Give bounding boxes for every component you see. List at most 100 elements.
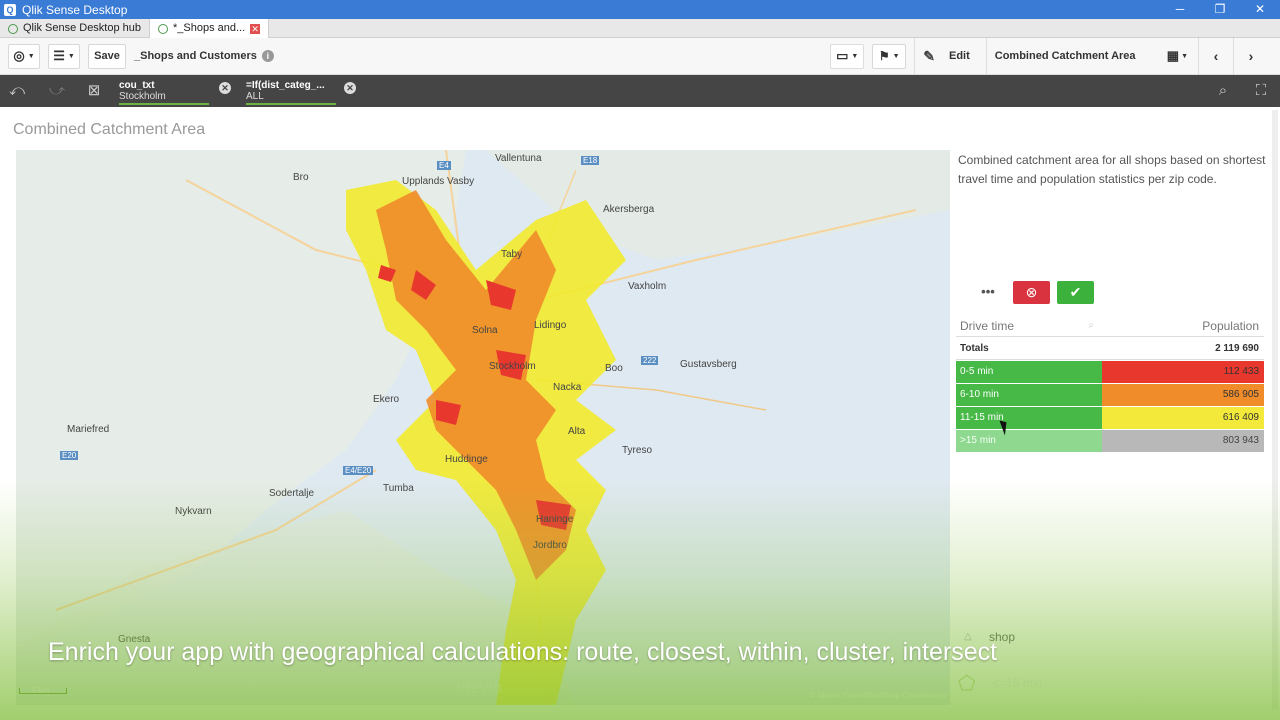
compass-icon: ◎ — [13, 48, 25, 63]
selection-field: =If(dist_categ_... — [246, 80, 325, 91]
clear-all-selections-icon[interactable]: ⊠ — [84, 81, 104, 101]
tab-bar: Qlik Sense Desktop hub *_Shops and... ✕ — [0, 19, 1280, 38]
population-cell: 586 905 — [1102, 384, 1264, 406]
selection-toolbar: ••• ⊗ ✔ — [956, 277, 1102, 309]
sheets-menu-button[interactable]: ▦ ▼ — [1167, 48, 1188, 64]
previous-sheet-icon[interactable]: ‹ — [1199, 48, 1233, 64]
place-label: Haninge — [536, 514, 574, 525]
tab-hub-label: Qlik Sense Desktop hub — [23, 22, 142, 34]
window-title: Qlik Sense Desktop — [22, 2, 128, 17]
place-label: Boo — [605, 363, 623, 374]
edit-button[interactable]: ✎ Edit — [915, 48, 986, 65]
place-label: Stockholm — [489, 361, 536, 372]
tab-app-label: *_Shops and... — [173, 22, 246, 34]
map-scale-label: 5 km — [32, 686, 50, 695]
sheet-area: Combined Catchment Area Vallentuna Bro U… — [0, 107, 1280, 720]
place-label: Vallentuna — [495, 153, 542, 164]
close-window-button[interactable]: ✕ — [1240, 0, 1280, 19]
place-label: Akersberga — [603, 204, 655, 215]
map-attribution: © Idevio, OpenStreetMap Contributors — [809, 691, 946, 700]
population-cell: 112 433 — [1102, 361, 1264, 383]
table-row[interactable]: 0-5 min 112 433 — [956, 361, 1264, 383]
minimize-button[interactable]: ─ — [1160, 0, 1200, 19]
column-header-drive-time[interactable]: Drive time ⌕ — [956, 315, 1102, 337]
place-label: Alta — [568, 426, 586, 437]
bookmarks-button[interactable]: ⚑ ▼ — [872, 43, 907, 69]
bookmark-icon: ⚑ — [878, 49, 890, 63]
road-shield: E4/E20 — [343, 466, 374, 475]
sheet-title: Combined Catchment Area — [13, 121, 206, 138]
road-shield: E20 — [60, 451, 79, 460]
map-chart[interactable]: Vallentuna Bro Upplands Vasby Akersberga… — [16, 150, 950, 705]
map-canvas — [16, 150, 950, 705]
place-label: Sodertalje — [269, 488, 315, 499]
place-label: Tyreso — [622, 445, 653, 456]
selections-bar: ⤺ ⤻ ⊠ cou_txt Stockholm ✕ =If(dist_categ… — [0, 75, 1280, 107]
search-icon[interactable]: ⌕ — [1213, 81, 1233, 101]
tab-hub[interactable]: Qlik Sense Desktop hub — [0, 19, 149, 38]
save-button-label: Save — [94, 50, 120, 62]
pentagon-icon: ⬠ — [958, 673, 976, 695]
place-label: Mariefred — [67, 424, 110, 435]
table-row[interactable]: 6-10 min 586 905 — [956, 384, 1264, 406]
column-header-label: Population — [1202, 319, 1259, 333]
drive-time-cell[interactable]: >15 min — [956, 430, 1102, 452]
tab-app[interactable]: *_Shops and... ✕ — [149, 19, 270, 38]
sheet-scrollbar[interactable] — [1272, 110, 1278, 710]
place-label: Jordbro — [533, 540, 567, 551]
qlik-tab-icon — [8, 23, 18, 34]
place-label: Huddinge — [445, 454, 488, 465]
chevron-down-icon: ▼ — [67, 52, 75, 60]
app-name: _Shops and Customers — [134, 50, 257, 62]
maximize-button[interactable]: ❐ — [1200, 0, 1240, 19]
place-label: Taby — [501, 249, 523, 260]
chevron-down-icon: ▼ — [892, 52, 900, 60]
confirm-selection-button[interactable]: ✔ — [1057, 281, 1094, 304]
next-sheet-icon[interactable]: › — [1234, 48, 1268, 64]
drive-time-cell[interactable]: 6-10 min — [956, 384, 1102, 406]
more-icon[interactable]: ••• — [978, 283, 998, 301]
sheet-description: Combined catchment area for all shops ba… — [958, 153, 1266, 186]
chevron-down-icon: ▼ — [27, 52, 35, 60]
selection-state-bar — [119, 103, 209, 105]
totals-value: 2 119 690 — [1215, 343, 1259, 354]
clear-selection-icon[interactable]: ✕ — [219, 82, 231, 94]
drive-time-cell[interactable]: 0-5 min — [956, 361, 1102, 383]
table-row[interactable]: >15 min 803 943 — [956, 430, 1264, 452]
step-back-icon[interactable]: ⤺ — [7, 81, 27, 101]
road-shield: E18 — [581, 156, 600, 165]
road-shield: E4 — [437, 161, 451, 170]
column-header-population[interactable]: Population — [1102, 315, 1264, 337]
step-forward-icon[interactable]: ⤻ — [47, 81, 67, 101]
place-label: Gustavsberg — [680, 359, 737, 370]
drive-time-cell[interactable]: 11-15 min — [956, 407, 1102, 429]
toolbar-divider — [985, 37, 987, 75]
close-tab-icon[interactable]: ✕ — [250, 23, 261, 34]
selection-chip-dist-categ[interactable]: =If(dist_categ_... ALL ✕ — [246, 78, 356, 105]
selections-tool-icon[interactable]: ⛶ — [1251, 81, 1271, 101]
info-icon[interactable]: i — [261, 50, 274, 62]
sheets-icon: ▦ — [1166, 48, 1180, 63]
video-caption: Enrich your app with geographical calcul… — [48, 638, 998, 666]
navigation-menu-button[interactable]: ◎ ▼ — [8, 43, 40, 69]
list-icon: ☰ — [53, 48, 65, 63]
sheet-name: Combined Catchment Area — [994, 50, 1136, 62]
population-cell: 803 943 — [1102, 430, 1264, 452]
selection-state-bar — [246, 103, 336, 105]
story-menu-button[interactable]: ▭ ▼ — [830, 43, 865, 69]
column-header-label: Drive time — [960, 319, 1015, 333]
presentation-icon: ▭ — [836, 48, 849, 63]
global-menu-button[interactable]: ☰ ▼ — [48, 43, 80, 69]
place-label: Solna — [472, 325, 498, 336]
search-icon[interactable]: ⌕ — [1088, 315, 1094, 337]
save-button[interactable]: Save — [88, 43, 126, 69]
app-toolbar: ◎ ▼ ☰ ▼ Save _Shops and Customers i ▭ ▼ … — [0, 37, 1280, 75]
place-label: Lidingo — [534, 320, 567, 331]
clear-selection-icon[interactable]: ✕ — [344, 82, 356, 94]
place-label: Tumba — [383, 483, 414, 494]
selection-value: ALL — [246, 91, 264, 102]
selection-field: cou_txt — [119, 80, 155, 91]
selection-chip-cou-txt[interactable]: cou_txt Stockholm ✕ — [119, 78, 231, 105]
place-label: Ekero — [373, 394, 400, 405]
cancel-selection-button[interactable]: ⊗ — [1013, 281, 1050, 304]
